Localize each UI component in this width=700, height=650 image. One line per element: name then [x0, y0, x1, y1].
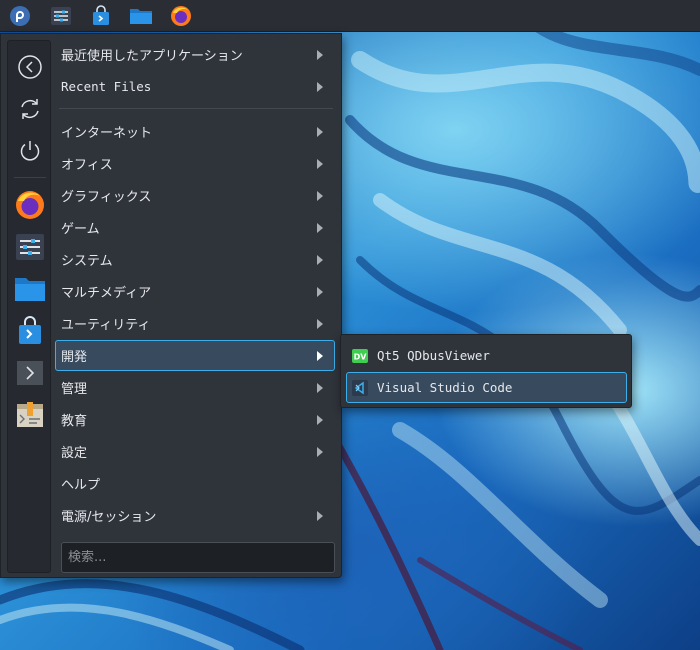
menu-item-recent-apps[interactable]: 最近使用したアプリケーション — [55, 39, 335, 70]
menu-item-multimedia[interactable]: マルチメディア — [55, 276, 335, 307]
menu-item-office[interactable]: オフィス — [55, 148, 335, 179]
chevron-right-icon — [312, 316, 328, 332]
file-manager-icon[interactable] — [128, 3, 154, 29]
favorites-sidebar — [7, 40, 51, 573]
menu-item-label: ユーティリティ — [61, 318, 151, 333]
menu-item-education[interactable]: 教育 — [55, 404, 335, 435]
menu-item-label: 最近使用したアプリケーション — [61, 49, 243, 64]
vscode-icon — [352, 379, 368, 396]
menu-item-label: ヘルプ — [61, 478, 101, 493]
menu-item-label: 教育 — [61, 414, 88, 429]
search-input[interactable] — [68, 550, 334, 565]
menu-item-development[interactable]: 開発 — [55, 340, 335, 371]
firefox-icon[interactable] — [168, 3, 194, 29]
qdbusviewer-icon: DV — [352, 348, 368, 364]
development-submenu: DV Qt5 QDbusViewer Visual Studio Code — [340, 334, 632, 408]
menu-item-label: マルチメディア — [61, 286, 152, 301]
back-icon[interactable] — [12, 49, 48, 85]
qdbusviewer-icon-text: DV — [354, 352, 368, 361]
menu-item-label: オフィス — [61, 158, 113, 173]
menu-item-label: Recent Files — [61, 79, 152, 94]
submenu-item-vscode[interactable]: Visual Studio Code — [346, 372, 627, 403]
top-panel — [0, 0, 700, 32]
menu-item-recent-files[interactable]: Recent Files — [55, 71, 335, 102]
system-settings-icon[interactable] — [12, 229, 48, 265]
chevron-right-icon — [312, 188, 328, 204]
chevron-right-icon — [312, 79, 328, 95]
chevron-right-icon — [312, 412, 328, 428]
chevron-right-icon — [312, 124, 328, 140]
menu-item-label: 管理 — [61, 382, 88, 397]
menu-separator — [59, 108, 333, 109]
system-settings-icon[interactable] — [48, 3, 74, 29]
menu-item-settings[interactable]: 設定 — [55, 436, 335, 467]
menu-item-label: システム — [61, 254, 113, 269]
chevron-right-icon — [312, 252, 328, 268]
sidebar-separator — [14, 177, 46, 178]
chevron-right-icon — [312, 380, 328, 396]
chevron-right-icon — [312, 156, 328, 172]
firefox-icon[interactable] — [12, 187, 48, 223]
folder-icon[interactable] — [12, 271, 48, 307]
chevron-right-icon — [312, 508, 328, 524]
menu-item-label: 電源/セッション — [61, 510, 157, 525]
submenu-item-label: Qt5 QDbusViewer — [377, 348, 490, 363]
menu-item-utilities[interactable]: ユーティリティ — [55, 308, 335, 339]
submenu-item-label: Visual Studio Code — [377, 380, 513, 395]
menu-item-graphics[interactable]: グラフィックス — [55, 180, 335, 211]
refresh-icon[interactable] — [12, 91, 48, 127]
menu-item-label: インターネット — [61, 126, 153, 141]
fedora-icon[interactable] — [7, 3, 33, 29]
application-launcher: 最近使用したアプリケーション Recent Files インターネット オフィス… — [0, 33, 342, 578]
menu-item-system[interactable]: システム — [55, 244, 335, 275]
chevron-right-icon — [312, 348, 328, 364]
menu-item-label: ゲーム — [61, 222, 100, 237]
menu-item-label: 設定 — [61, 446, 88, 461]
menu-item-games[interactable]: ゲーム — [55, 212, 335, 243]
menu-item-power-session[interactable]: 電源/セッション — [55, 500, 335, 531]
menu-item-help[interactable]: ヘルプ — [55, 468, 335, 499]
terminal-icon[interactable] — [12, 355, 48, 391]
menu-item-label: 開発 — [61, 350, 88, 365]
chevron-right-icon — [312, 444, 328, 460]
menu-item-internet[interactable]: インターネット — [55, 116, 335, 147]
chevron-right-icon — [312, 220, 328, 236]
software-store-icon[interactable] — [88, 3, 114, 29]
chevron-right-icon — [312, 284, 328, 300]
menu-item-label: グラフィックス — [61, 190, 152, 205]
submenu-item-qdbusviewer[interactable]: DV Qt5 QDbusViewer — [346, 340, 627, 371]
chevron-right-icon — [312, 47, 328, 63]
power-icon[interactable] — [12, 133, 48, 169]
search-field[interactable] — [61, 542, 335, 573]
software-store-icon[interactable] — [12, 313, 48, 349]
archive-icon[interactable] — [12, 397, 48, 433]
menu-item-administration[interactable]: 管理 — [55, 372, 335, 403]
